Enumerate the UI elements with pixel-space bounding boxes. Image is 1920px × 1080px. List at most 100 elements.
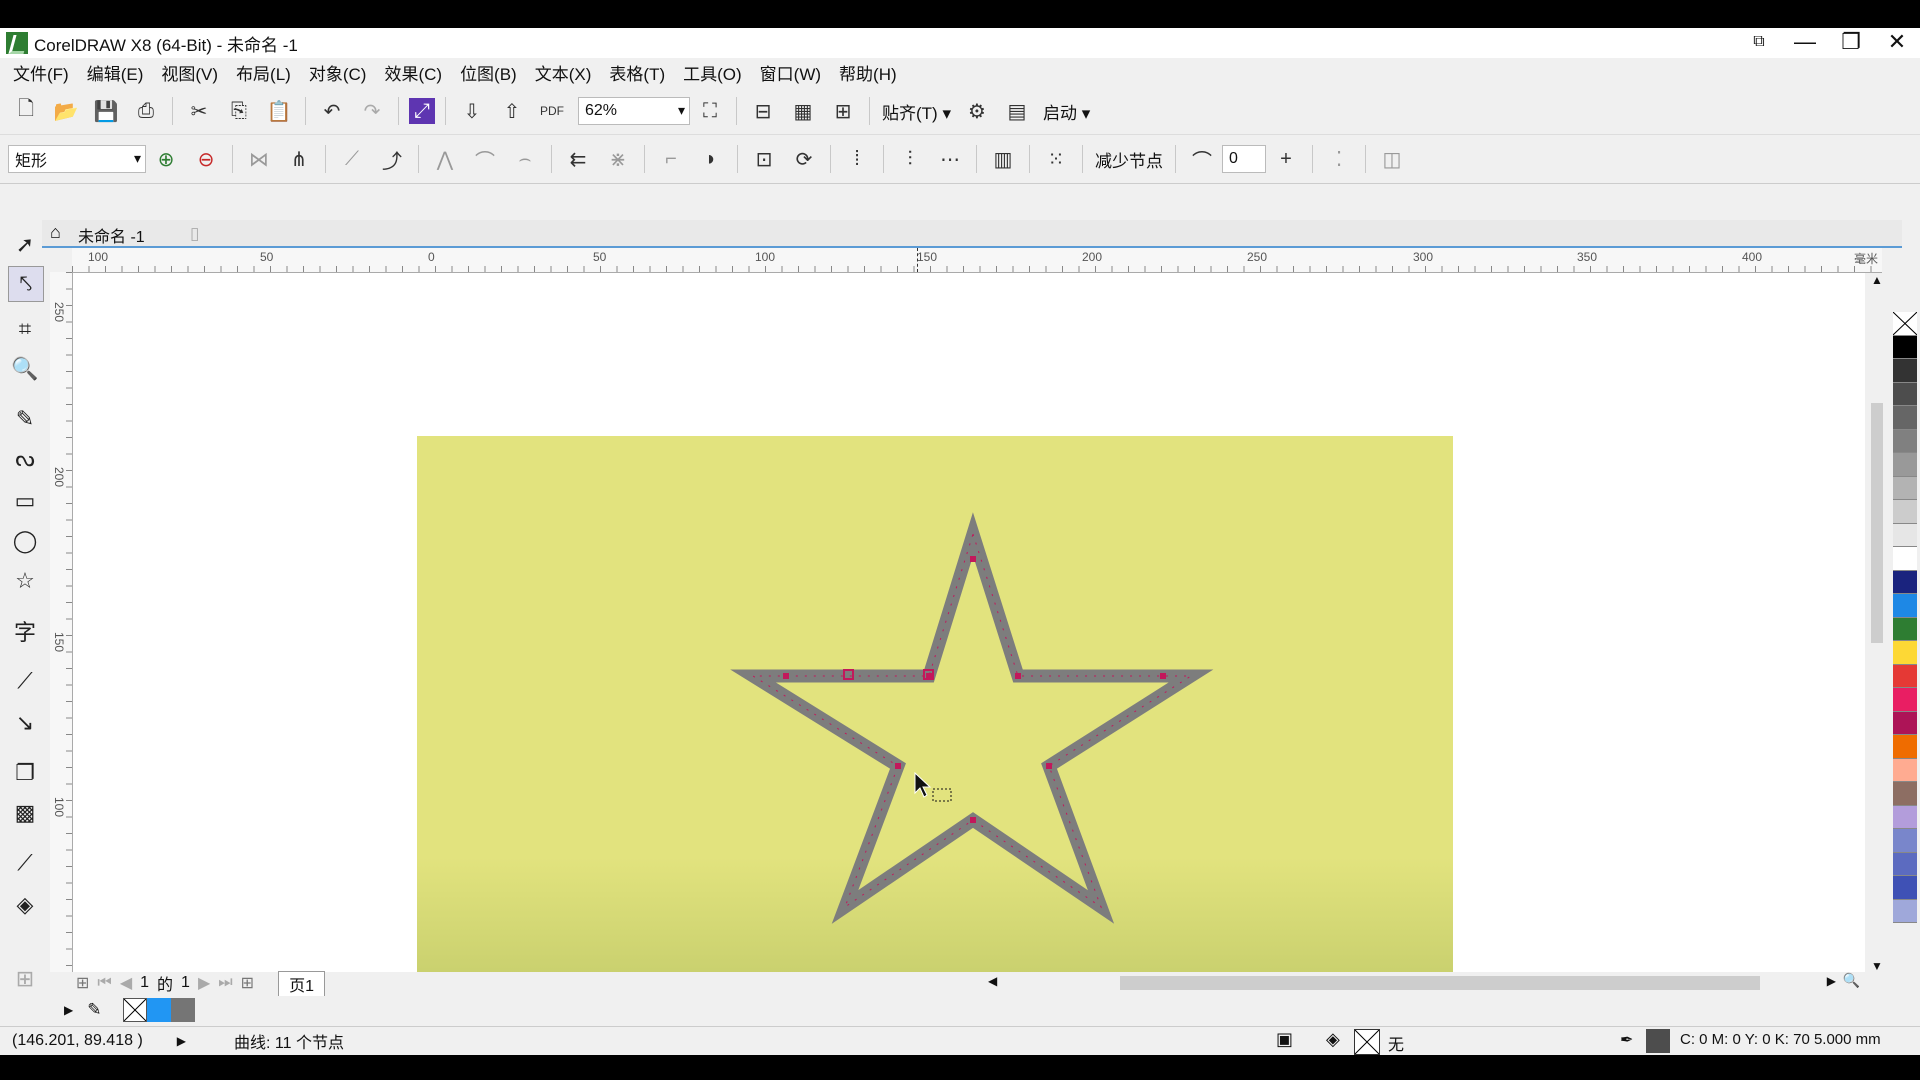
ellipse-tool-icon[interactable]: ◯ (8, 524, 42, 558)
palette-swatch[interactable] (1893, 406, 1917, 430)
save-icon[interactable]: 💾 (90, 95, 122, 127)
to-curve-icon[interactable]: ⤴ (376, 143, 408, 175)
shape-type-select[interactable]: 矩形 ▾ (8, 145, 146, 173)
status-expand-icon[interactable]: ▶ (177, 1034, 186, 1048)
restore-button[interactable]: ❐ (1828, 28, 1874, 58)
crop-tool-icon[interactable]: ⌗ (8, 312, 42, 346)
menu-object[interactable]: 对象(C) (309, 60, 367, 85)
zoom-level-select[interactable]: 62% ▾ (578, 97, 690, 125)
menu-layout[interactable]: 布局(L) (236, 60, 291, 85)
polygon-star-tool-icon[interactable]: ☆ (8, 564, 42, 598)
palette-swatch[interactable] (1893, 688, 1917, 712)
next-page-icon[interactable]: ▶ (198, 973, 210, 993)
last-page-icon[interactable]: ⏭ (218, 974, 232, 992)
minimize-button[interactable]: — (1782, 28, 1828, 58)
star-drawing[interactable] (73, 273, 1865, 973)
palette-swatch[interactable] (1893, 617, 1917, 641)
menu-edit[interactable]: 编辑(E) (87, 60, 144, 85)
zoom-navigator-icon[interactable]: 🔍 (1843, 972, 1860, 989)
doc-palette-gray-swatch[interactable] (171, 998, 196, 1022)
scroll-right-icon[interactable]: ▶ (1827, 974, 1836, 988)
connector-tool-icon[interactable]: ↘ (8, 706, 42, 740)
menu-bitmaps[interactable]: 位图(B) (460, 60, 517, 85)
horizontal-scroll-thumb[interactable] (1120, 976, 1760, 990)
palette-swatch[interactable] (1893, 547, 1917, 571)
menu-effects[interactable]: 效果(C) (384, 60, 442, 85)
drop-shadow-tool-icon[interactable]: ❐ (8, 756, 42, 790)
paste-icon[interactable]: 📋 (263, 95, 295, 127)
publish-pdf-icon[interactable]: PDF (536, 95, 568, 127)
application-launcher-icon[interactable]: ▤ (1001, 95, 1033, 127)
palette-swatch[interactable] (1893, 429, 1917, 453)
rotate-nodes-icon[interactable]: ⟳ (788, 143, 820, 175)
redo-icon[interactable]: ↷ (356, 95, 388, 127)
menu-view[interactable]: 视图(V) (161, 60, 218, 85)
open-icon[interactable]: 📂 (50, 95, 82, 127)
palette-swatch[interactable] (1893, 382, 1917, 406)
vertical-scroll-thumb[interactable] (1871, 403, 1883, 643)
palette-swatch[interactable] (1893, 594, 1917, 618)
to-line-icon[interactable]: ⟋ (336, 143, 368, 175)
menu-file[interactable]: 文件(F) (13, 60, 69, 85)
select-all-nodes-icon[interactable]: ⁙ (1040, 143, 1072, 175)
symmetrical-node-icon[interactable]: ⌢ (509, 143, 541, 175)
snap-to-dropdown[interactable]: 贴齐(T) ▾ (882, 99, 951, 124)
scroll-up-icon[interactable]: ▲ (1871, 273, 1883, 287)
cusp-node-icon[interactable]: ⋀ (429, 143, 461, 175)
rectangle-tool-icon[interactable]: ▭ (8, 484, 42, 518)
doc-palette-no-color[interactable] (123, 998, 148, 1022)
join-nodes-icon[interactable]: ⋈ (243, 143, 275, 175)
add-node-icon[interactable]: ⊕ (150, 143, 182, 175)
extend-curve-icon[interactable]: ⋇ (602, 143, 634, 175)
pick-tool-icon[interactable]: ➚ (8, 228, 42, 262)
palette-expand-icon[interactable]: ▶ (64, 1003, 73, 1017)
palette-swatch[interactable] (1893, 758, 1917, 782)
artistic-media-tool-icon[interactable]: ᔓ (8, 442, 42, 476)
import-icon[interactable]: ⇩ (456, 95, 488, 127)
show-rulers-icon[interactable]: ⊟ (747, 95, 779, 127)
palette-swatch[interactable] (1893, 735, 1917, 759)
freehand-tool-icon[interactable]: ✎ (8, 402, 42, 436)
undo-icon[interactable]: ↶ (316, 95, 348, 127)
parallel-dimension-tool-icon[interactable]: ⟋ (8, 664, 42, 698)
menu-help[interactable]: 帮助(H) (839, 60, 897, 85)
profile-icon[interactable]: ⧉ (1736, 28, 1782, 58)
home-icon[interactable]: ⌂ (50, 222, 61, 243)
quick-customize-icon[interactable]: ◫ (1376, 143, 1408, 175)
smooth-node-icon[interactable]: ⌒ (469, 143, 501, 175)
extract-subpath-icon[interactable]: ⌐ (655, 143, 687, 175)
palette-swatch[interactable] (1893, 782, 1917, 806)
reverse-direction-icon[interactable]: ⇇ (562, 143, 594, 175)
text-tool-icon[interactable]: 字 (8, 614, 42, 648)
shape-tool-icon[interactable]: ⤣ (8, 266, 44, 302)
first-page-icon[interactable]: ⏮ (97, 974, 111, 992)
palette-swatch[interactable] (1893, 476, 1917, 500)
color-proof-icon[interactable]: ▣ (1276, 1029, 1293, 1050)
curve-smoothness-input[interactable]: 0 (1222, 145, 1266, 173)
palette-swatch[interactable] (1893, 899, 1917, 923)
increase-smoothness-button[interactable]: + (1270, 143, 1302, 175)
menu-table[interactable]: 表格(T) (609, 60, 665, 85)
full-screen-preview-icon[interactable]: ⛶ (694, 95, 726, 127)
search-content-icon[interactable]: ⤢ (409, 98, 435, 124)
outline-pen-icon[interactable]: ✒ (1620, 1030, 1633, 1050)
page-tab-1[interactable]: 页1 (278, 970, 325, 996)
reduce-nodes-button[interactable]: 减少节点 (1095, 147, 1163, 172)
close-curve-icon[interactable]: ◗ (695, 143, 727, 175)
palette-swatch[interactable] (1893, 641, 1917, 665)
add-page-before-icon[interactable]: ⊞ (76, 973, 89, 993)
palette-swatch[interactable] (1893, 664, 1917, 688)
menu-text[interactable]: 文本(X) (535, 60, 592, 85)
ruler-origin[interactable] (50, 248, 72, 272)
add-tool-icon[interactable]: ⊞ (8, 962, 42, 996)
show-grid-icon[interactable]: ▦ (787, 95, 819, 127)
no-color-swatch[interactable] (1892, 311, 1918, 336)
doc-palette-blue-swatch[interactable] (147, 998, 172, 1022)
close-button[interactable]: ✕ (1874, 28, 1920, 58)
align-nodes-icon[interactable]: ⁞ (841, 143, 873, 175)
star-outline[interactable] (730, 512, 1214, 924)
scroll-down-icon[interactable]: ▼ (1871, 959, 1883, 973)
elastic-mode-icon[interactable]: ▥ (987, 143, 1019, 175)
menu-window[interactable]: 窗口(W) (760, 60, 821, 85)
palette-swatch[interactable] (1893, 359, 1917, 383)
